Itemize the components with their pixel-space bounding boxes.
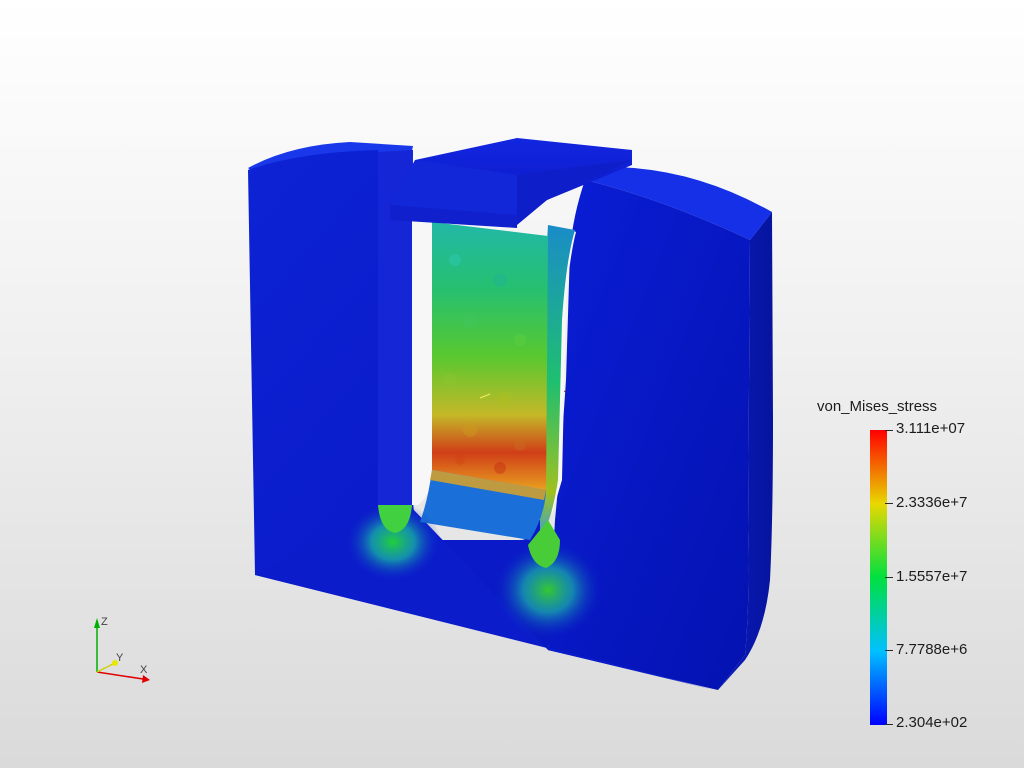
beam-front-face <box>432 222 548 490</box>
left-slot-gap <box>412 220 432 505</box>
scalar-bar-tick <box>885 724 893 725</box>
z-axis-head-icon <box>94 618 100 628</box>
y-axis-label: Y <box>116 652 124 664</box>
z-axis-label: Z <box>101 616 108 628</box>
x-axis-label: X <box>140 664 148 676</box>
scalar-bar-tick <box>885 650 893 651</box>
scalar-bar-tick <box>885 430 893 431</box>
scalar-bar-max-label: 3.111e+07 <box>896 420 966 437</box>
scalar-bar-min-label: 2.304e+02 <box>896 714 968 731</box>
scalar-bar-title: von_Mises_stress <box>817 398 938 415</box>
render-viewport[interactable]: X Y Z von_Mises_stress 3.111e+07 2.3336e… <box>0 0 1024 768</box>
scalar-bar-tick-label: 1.5557e+7 <box>896 568 968 585</box>
y-axis-arrow <box>96 662 116 673</box>
scalar-bar-tick-label: 2.3336e+7 <box>896 494 968 511</box>
scalar-bar-tick <box>885 577 893 578</box>
scalar-bar-tick <box>885 503 893 504</box>
x-axis-head-icon <box>142 675 150 683</box>
x-axis-arrow <box>96 671 144 680</box>
scalar-bar-tick-label: 7.7788e+6 <box>896 641 968 658</box>
